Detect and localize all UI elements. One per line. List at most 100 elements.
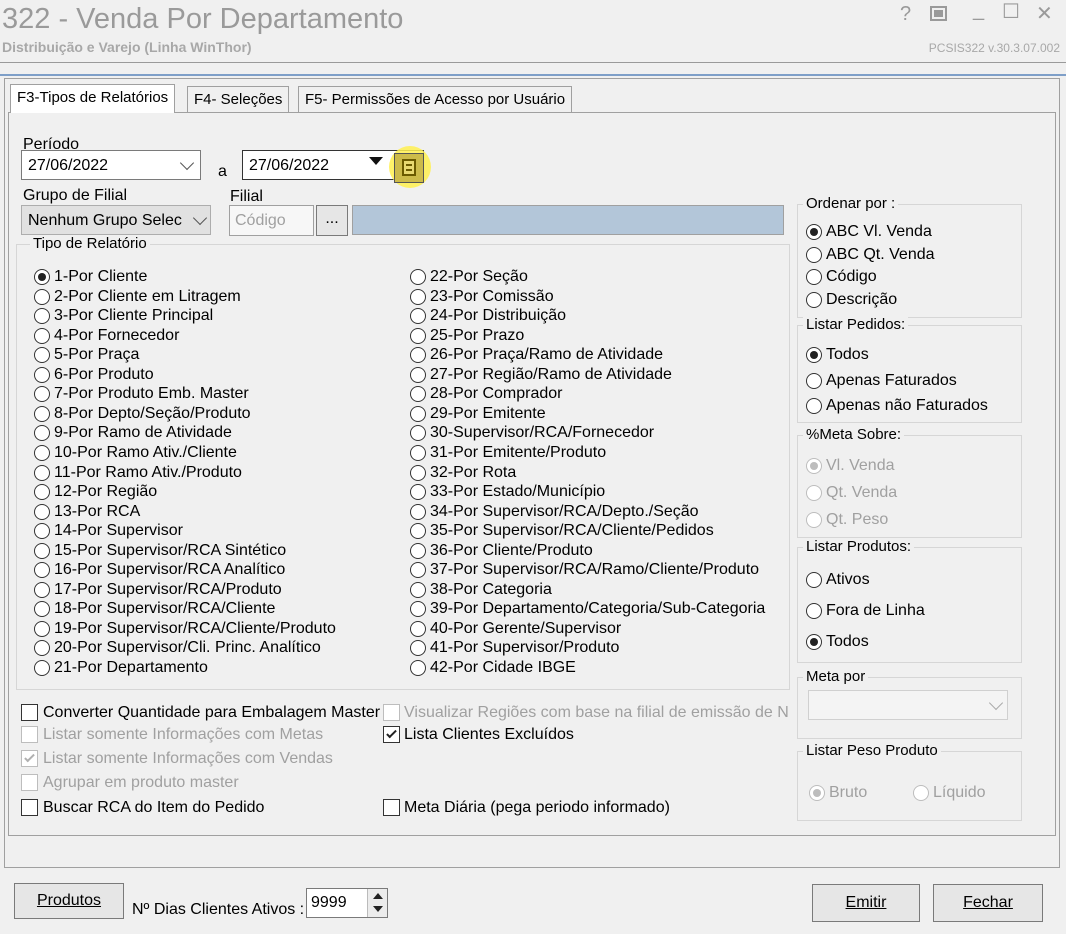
grupo-filial-select[interactable]: Nenhum Grupo Selec [21,205,211,235]
radio-label: 40-Por Gerente/Supervisor [430,619,622,637]
window-title: 322 - Venda Por Departamento [2,3,404,35]
radio-button[interactable] [410,405,426,422]
radio-button[interactable] [806,246,822,263]
lista-excluidos-label: Lista Clientes Excluídos [404,726,574,743]
radio-button[interactable] [806,398,822,414]
radio-button[interactable] [410,464,426,481]
radio-button[interactable] [806,372,822,389]
radio-button[interactable] [410,327,426,344]
dias-clientes-stepper[interactable]: 9999 [306,888,388,918]
tab-permissoes[interactable]: F5- Permissões de Acesso por Usuário [298,86,573,112]
radio-button[interactable] [410,503,426,520]
minimize-icon[interactable]: _ [973,0,984,22]
radio-button[interactable] [806,603,822,619]
chevron-down-icon [192,210,208,226]
radio-button[interactable] [806,224,822,240]
visualizar-regioes-label: Visualizar Regiões com base na filial de… [404,704,788,721]
grupo-filial-value: Nenhum Grupo Selec [28,212,182,229]
radio-button[interactable] [34,542,50,559]
radio-button[interactable] [913,785,929,801]
peso-bruto-label: Bruto [829,784,868,801]
radio-button[interactable] [34,288,50,305]
tab-tipos-relatorios[interactable]: F3-Tipos de Relatórios [10,84,176,113]
radio-button[interactable] [806,269,822,285]
radio-button[interactable] [806,347,822,363]
maximize-icon[interactable]: ☐ [1002,0,1020,24]
radio-button[interactable] [34,405,50,422]
close-icon[interactable]: ✕ [1036,2,1053,26]
produtos-button[interactable]: Produtos [14,883,124,919]
ordenar-legend: Ordenar por : [803,196,899,212]
emitir-button-label: Emitir [845,894,887,911]
radio-label: 22-Por Seção [430,268,528,285]
periodo-start-input[interactable]: 27/06/2022 [21,150,201,180]
radio-button[interactable] [34,620,50,637]
radio-button[interactable] [34,269,50,285]
radio-button[interactable] [806,458,822,474]
listar-metas-checkbox[interactable] [21,726,38,743]
radio-button[interactable] [34,444,50,461]
emitir-button[interactable]: Emitir [812,884,920,922]
tab-selecoes[interactable]: F4- Seleções [187,86,290,112]
radio-button[interactable] [806,634,822,650]
meta-diaria-checkbox[interactable] [383,799,400,816]
converter-checkbox[interactable] [21,704,38,721]
radio-button[interactable] [410,288,426,305]
window-version: PCSIS322 v.30.3.07.002 [928,41,1060,55]
radio-button[interactable] [410,366,426,383]
radio-label: Todos [826,346,869,363]
calendar-icon[interactable] [394,153,424,183]
stepper-up-icon[interactable] [373,893,383,899]
radio-button[interactable] [34,503,50,520]
filial-name-field [352,205,784,235]
radio-button[interactable] [34,581,50,598]
restore-icon[interactable] [930,6,947,21]
filial-browse-button[interactable]: ... [316,205,348,236]
radio-button[interactable] [34,484,50,501]
radio-label: 39-Por Departamento/Categoria/Sub-Catego… [430,600,766,618]
radio-button[interactable] [34,308,50,325]
radio-button[interactable] [410,620,426,637]
buscar-rca-checkbox[interactable] [21,799,38,816]
radio-label: 32-Por Rota [430,463,517,481]
radio-button[interactable] [806,291,822,308]
chevron-down-icon [179,155,195,171]
radio-button[interactable] [410,660,426,676]
radio-label: 11-Por Ramo Ativ./Produto [54,463,242,481]
radio-button[interactable] [410,269,426,285]
meta-por-select[interactable] [808,690,1008,720]
tipo-relatorio-legend: Tipo de Relatório [30,236,150,252]
radio-label: 18-Por Supervisor/RCA/Cliente [54,600,276,618]
fechar-button[interactable]: Fechar [933,884,1043,922]
stepper-buttons[interactable] [367,889,387,917]
radio-button[interactable] [410,444,426,461]
fechar-button-label: Fechar [963,894,1013,911]
radio-button[interactable] [806,512,822,528]
radio-button[interactable] [809,785,825,801]
radio-label: 37-Por Supervisor/RCA/Ramo/Cliente/Produ… [430,561,760,579]
radio-button[interactable] [410,484,426,501]
radio-button[interactable] [806,485,822,501]
stepper-down-icon[interactable] [373,906,383,912]
lista-excluidos-checkbox[interactable] [383,726,400,743]
listar-vendas-checkbox[interactable] [21,750,38,767]
radio-label: 7-Por Produto Emb. Master [54,385,249,403]
radio-button[interactable] [410,542,426,559]
filial-code-input[interactable]: Código [229,205,314,236]
radio-button[interactable] [806,572,822,588]
visualizar-regioes-checkbox[interactable] [383,704,400,721]
radio-button[interactable] [34,366,50,383]
radio-button[interactable] [410,308,426,325]
radio-button[interactable] [34,464,50,481]
radio-label: 8-Por Depto/Seção/Produto [54,404,251,422]
radio-button[interactable] [34,327,50,344]
radio-button[interactable] [34,660,50,676]
dias-clientes-label: Nº Dias Clientes Ativos : [132,901,305,918]
dropdown-arrow-icon[interactable] [369,157,383,165]
radio-label: 2-Por Cliente em Litragem [54,287,241,305]
radio-label: 5-Por Praça [54,346,140,364]
agrupar-checkbox[interactable] [21,774,38,791]
radio-button[interactable] [410,581,426,598]
help-icon[interactable]: ? [900,2,911,26]
peso-liquido-label: Líquido [933,784,986,801]
